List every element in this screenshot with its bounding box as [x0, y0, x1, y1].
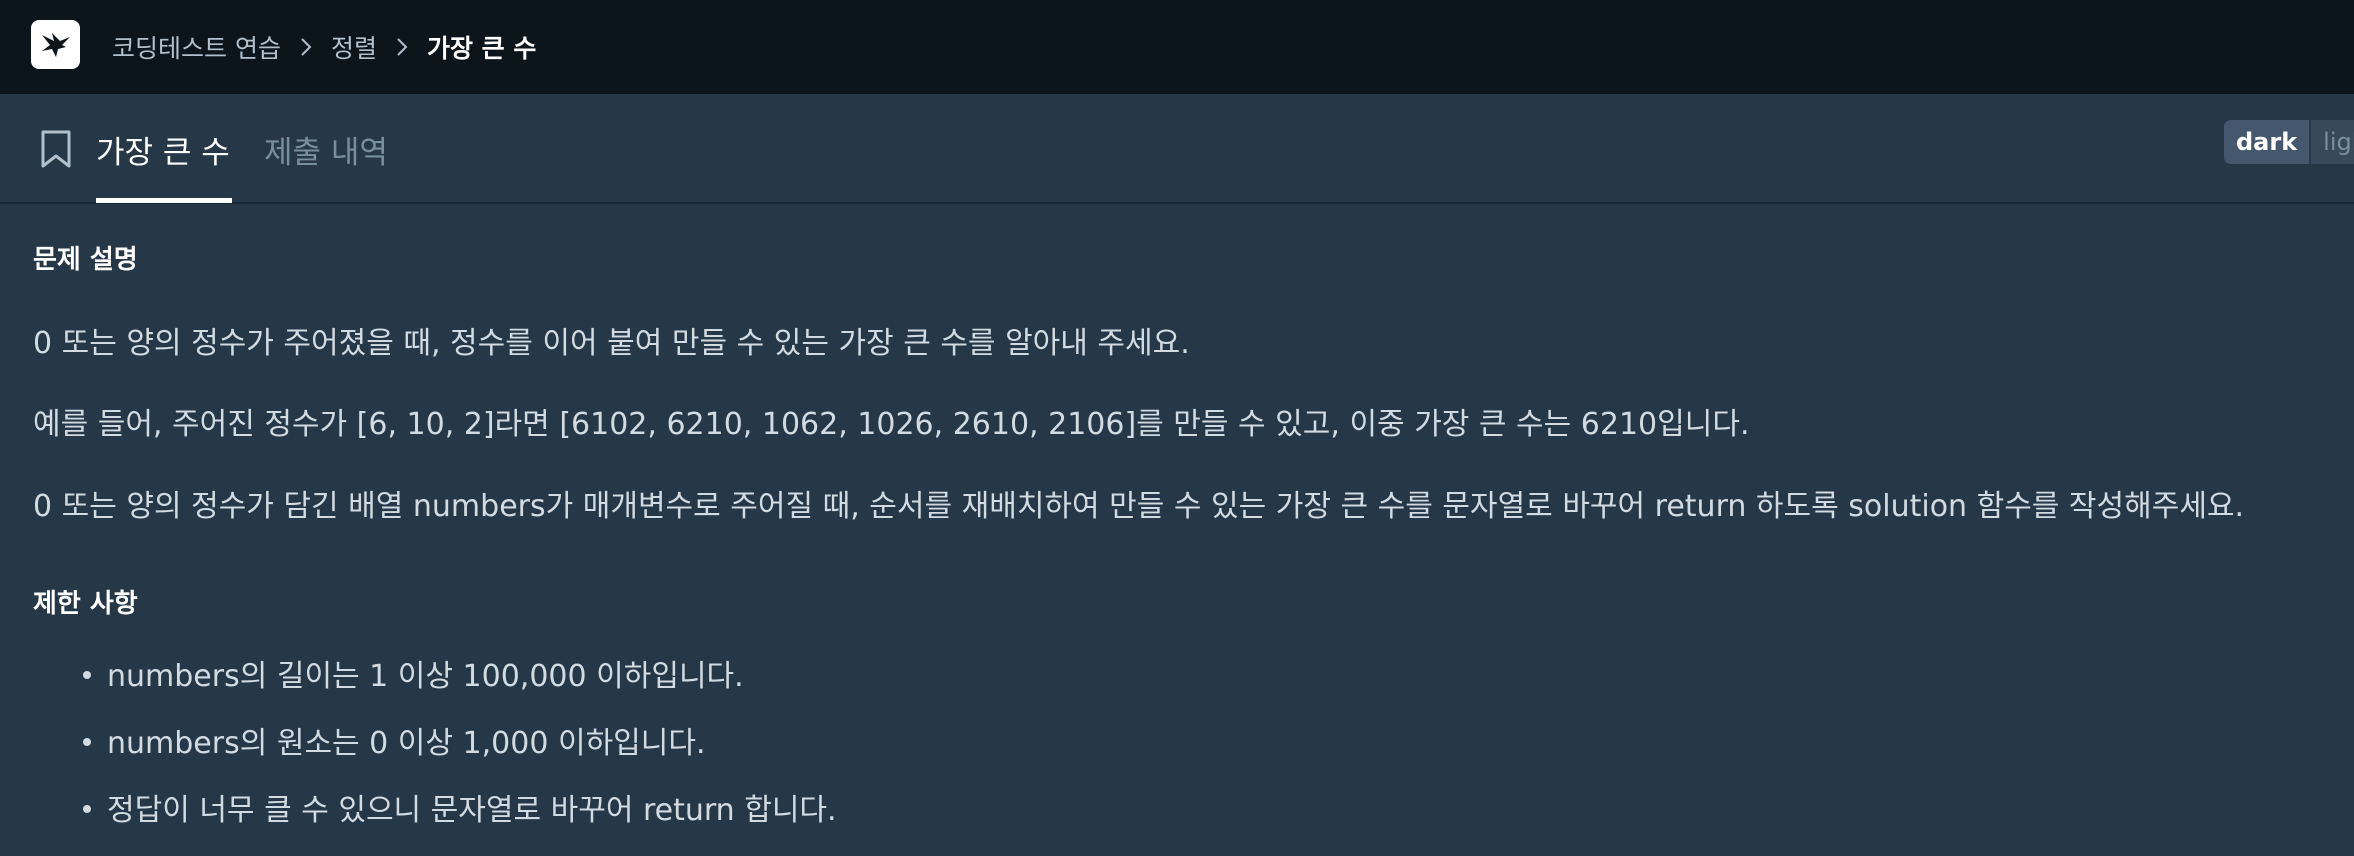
active-tab-indicator [96, 198, 232, 203]
list-item: numbers의 원소는 0 이상 1,000 이하입니다. [83, 718, 706, 762]
bookmark-icon[interactable] [40, 129, 72, 169]
description-paragraph: 예를 들어, 주어진 정수가 [6, 10, 2]라면 [6102, 6210,… [33, 407, 1750, 442]
theme-toggle[interactable]: dark light [2224, 120, 2354, 164]
constraints-title: 제한 사항 [33, 589, 138, 619]
breadcrumb-current: 가장 큰 수 [426, 34, 537, 63]
chevron-right-icon [397, 38, 408, 56]
bullet-icon [83, 804, 91, 813]
theme-dark-button[interactable]: dark [2224, 120, 2312, 164]
theme-light-button[interactable]: light [2311, 120, 2354, 164]
tab-submissions[interactable]: 제출 내역 [264, 94, 388, 204]
tab-problem[interactable]: 가장 큰 수 [96, 94, 230, 204]
bullet-icon [83, 737, 91, 746]
list-item: 정답이 너무 클 수 있으니 문자열로 바꾸어 return 합니다. [83, 785, 837, 829]
description-paragraph: 0 또는 양의 정수가 주어졌을 때, 정수를 이어 붙여 만들 수 있는 가장… [33, 326, 1190, 361]
top-navigation-bar: 코딩테스트 연습 정렬 가장 큰 수 [0, 0, 2354, 94]
tab-bar: 가장 큰 수 제출 내역 [0, 94, 2354, 204]
description-title: 문제 설명 [33, 245, 138, 275]
programmers-logo-icon[interactable] [31, 20, 80, 69]
breadcrumb-item-coding-test[interactable]: 코딩테스트 연습 [112, 29, 281, 65]
breadcrumb-item-sort[interactable]: 정렬 [331, 29, 377, 65]
breadcrumb: 코딩테스트 연습 정렬 가장 큰 수 [112, 0, 536, 94]
description-paragraph: 0 또는 양의 정수가 담긴 배열 numbers가 매개변수로 주어질 때, … [33, 489, 2245, 524]
bullet-icon [83, 670, 91, 679]
list-item: numbers의 길이는 1 이상 100,000 이하입니다. [83, 651, 744, 695]
chevron-right-icon [301, 38, 312, 56]
